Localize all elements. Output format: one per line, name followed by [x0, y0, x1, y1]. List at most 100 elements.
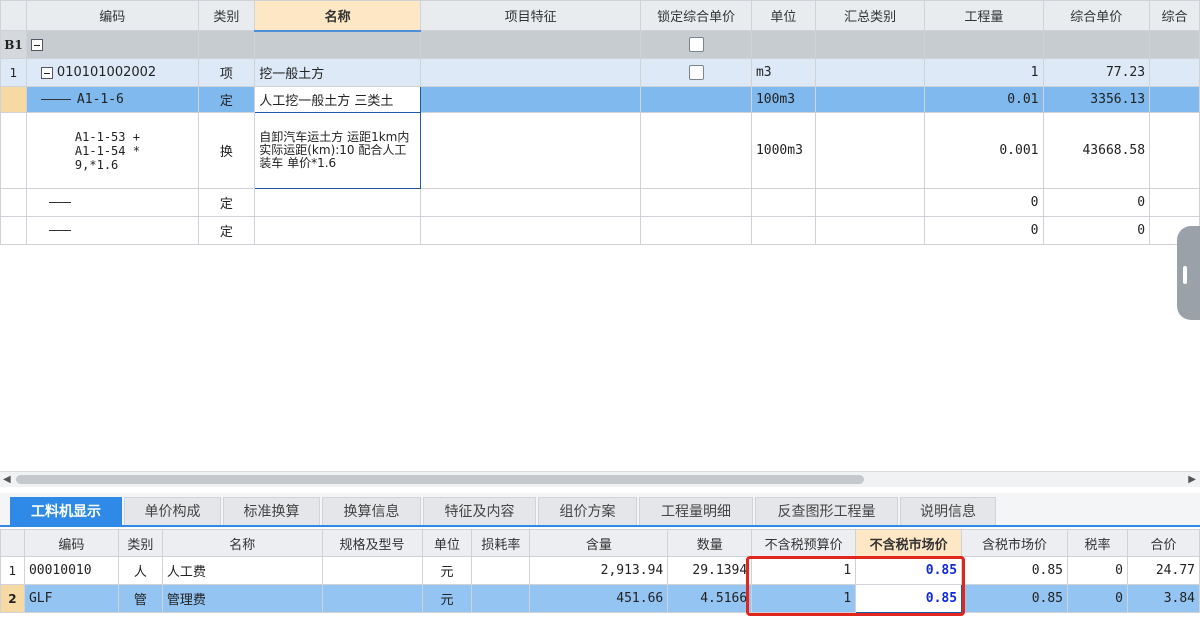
header-lock-price[interactable]: 锁定综合单价 — [640, 0, 752, 31]
summary-cell[interactable] — [814, 216, 926, 245]
summary-cell[interactable] — [814, 188, 926, 217]
market-price-cell[interactable]: 0.85 — [855, 556, 963, 585]
cell[interactable] — [1149, 112, 1200, 189]
header-amount[interactable]: 数量 — [667, 529, 753, 557]
unit-cell[interactable] — [750, 188, 816, 217]
header-type[interactable]: 类别 — [197, 0, 256, 31]
header-total[interactable]: 综合 — [1149, 0, 1200, 31]
name-cell[interactable]: 管理费 — [161, 584, 323, 613]
checkbox-icon[interactable] — [688, 65, 704, 80]
cell[interactable] — [814, 30, 926, 59]
cell[interactable] — [1042, 30, 1151, 59]
tax-rate-cell[interactable]: 0 — [1067, 584, 1128, 613]
row-number[interactable] — [0, 216, 27, 245]
tab-features-content[interactable]: 特征及内容 — [423, 497, 536, 525]
lock-cell[interactable] — [640, 188, 752, 217]
tab-pricing-scheme[interactable]: 组价方案 — [538, 497, 637, 525]
table-row-empty[interactable]: 定 0 0 — [0, 216, 1200, 245]
scroll-thumb[interactable] — [16, 475, 864, 484]
price-cell[interactable]: 3356.13 — [1042, 86, 1151, 113]
header-loss-rate[interactable]: 损耗率 — [471, 529, 531, 557]
name-cell[interactable] — [254, 188, 421, 217]
loss-cell[interactable] — [471, 556, 531, 585]
tab-reverse-graphic-quantity[interactable]: 反查图形工程量 — [755, 497, 898, 525]
feature-cell[interactable] — [419, 188, 642, 217]
type-cell[interactable]: 定 — [197, 86, 256, 113]
lock-cell[interactable] — [640, 30, 752, 59]
cell[interactable] — [1149, 30, 1200, 59]
type-cell[interactable]: 换 — [197, 112, 256, 189]
header-type[interactable]: 类别 — [117, 529, 163, 557]
price-cell[interactable]: 0 — [1042, 216, 1151, 245]
header-summary-type[interactable]: 汇总类别 — [814, 0, 926, 31]
feature-cell[interactable] — [419, 86, 642, 113]
header-corner[interactable] — [0, 0, 27, 31]
vertical-scroll-handle[interactable] — [1177, 226, 1200, 320]
code-cell[interactable]: 00010010 — [23, 556, 119, 585]
price-cell[interactable]: 43668.58 — [1042, 112, 1151, 189]
table-row-selected[interactable]: 2 GLF 管 管理费 元 451.66 4.5166 1 0.85 0.85 … — [0, 584, 1200, 613]
sum-cell[interactable]: 24.77 — [1126, 556, 1200, 585]
code-cell[interactable] — [25, 188, 199, 217]
row-number[interactable] — [0, 86, 27, 113]
row-number[interactable] — [0, 188, 27, 217]
group-code-cell[interactable] — [25, 30, 199, 59]
cell[interactable] — [1149, 58, 1200, 87]
tab-conversion-info[interactable]: 换算信息 — [322, 497, 421, 525]
header-content[interactable]: 含量 — [529, 529, 669, 557]
name-cell[interactable]: 自卸汽车运土方 运距1km内 实际运距(km):10 配合人工装车 单价*1.6 — [254, 112, 421, 189]
header-unit[interactable]: 单位 — [750, 0, 816, 31]
cell[interactable] — [1149, 86, 1200, 113]
unit-cell[interactable]: m3 — [750, 58, 816, 87]
horizontal-scrollbar[interactable]: ◀ ▶ — [0, 471, 1200, 487]
header-unit-price[interactable]: 综合单价 — [1042, 0, 1151, 31]
summary-cell[interactable] — [814, 112, 926, 189]
minus-box-icon[interactable] — [30, 38, 43, 51]
table-row-bill-item[interactable]: 1 010101002002 项 挖一般土方 m3 1 77.23 — [0, 58, 1200, 87]
header-quantity[interactable]: 工程量 — [924, 0, 1044, 31]
quantity-cell[interactable]: 1 — [924, 58, 1044, 87]
budget-price-cell[interactable]: 1 — [751, 556, 857, 585]
code-cell[interactable]: A1-1-6 — [25, 86, 199, 113]
name-cell[interactable]: 挖一般土方 — [254, 58, 421, 87]
tab-unit-price-composition[interactable]: 单价构成 — [124, 497, 221, 525]
header-tax-market-price[interactable]: 含税市场价 — [961, 529, 1069, 557]
header-feature[interactable]: 项目特征 — [419, 0, 642, 31]
code-cell[interactable]: A1-1-53 + A1-1-54 * 9,*1.6 — [25, 112, 199, 189]
tab-description[interactable]: 说明信息 — [900, 497, 996, 525]
table-row[interactable]: 1 00010010 人 人工费 元 2,913.94 29.1394 1 0.… — [0, 556, 1200, 585]
header-tax-rate[interactable]: 税率 — [1067, 529, 1128, 557]
name-edit-input[interactable]: 人工挖一般土方 三类土 — [254, 86, 421, 113]
tax-market-price-cell[interactable]: 0.85 — [961, 556, 1069, 585]
type-cell[interactable]: 定 — [197, 216, 256, 245]
tax-market-price-cell[interactable]: 0.85 — [961, 584, 1069, 613]
unit-cell[interactable]: 元 — [421, 584, 473, 613]
price-cell[interactable]: 0 — [1042, 188, 1151, 217]
code-cell[interactable]: GLF — [23, 584, 119, 613]
unit-cell[interactable]: 元 — [421, 556, 473, 585]
cell[interactable] — [1149, 188, 1200, 217]
header-name[interactable]: 名称 — [254, 0, 421, 32]
header-code[interactable]: 编码 — [25, 0, 199, 31]
row-number[interactable]: 1 — [0, 556, 25, 585]
quantity-cell[interactable]: 0.001 — [924, 112, 1044, 189]
lock-cell[interactable] — [640, 112, 752, 189]
lock-cell[interactable] — [640, 58, 752, 87]
header-code[interactable]: 编码 — [23, 529, 119, 557]
header-market-price[interactable]: 不含税市场价 — [855, 529, 963, 557]
header-budget-price[interactable]: 不含税预算价 — [751, 529, 857, 557]
arrow-right-icon[interactable]: ▶ — [1188, 474, 1196, 485]
header-spec[interactable]: 规格及型号 — [321, 529, 423, 557]
code-cell[interactable]: 010101002002 — [25, 58, 199, 87]
code-cell[interactable] — [25, 216, 199, 245]
name-cell[interactable] — [254, 216, 421, 245]
unit-cell[interactable]: 100m3 — [750, 86, 816, 113]
cell[interactable] — [419, 30, 642, 59]
cell[interactable] — [197, 30, 256, 59]
quantity-cell[interactable]: 0 — [924, 216, 1044, 245]
tax-rate-cell[interactable]: 0 — [1067, 556, 1128, 585]
table-row-empty[interactable]: 定 0 0 — [0, 188, 1200, 217]
table-row-quota-selected[interactable]: A1-1-6 定 人工挖一般土方 三类土 100m3 0.01 3356.13 — [0, 86, 1200, 113]
table-row-group[interactable]: B1 — [0, 30, 1200, 59]
unit-cell[interactable]: 1000m3 — [750, 112, 816, 189]
